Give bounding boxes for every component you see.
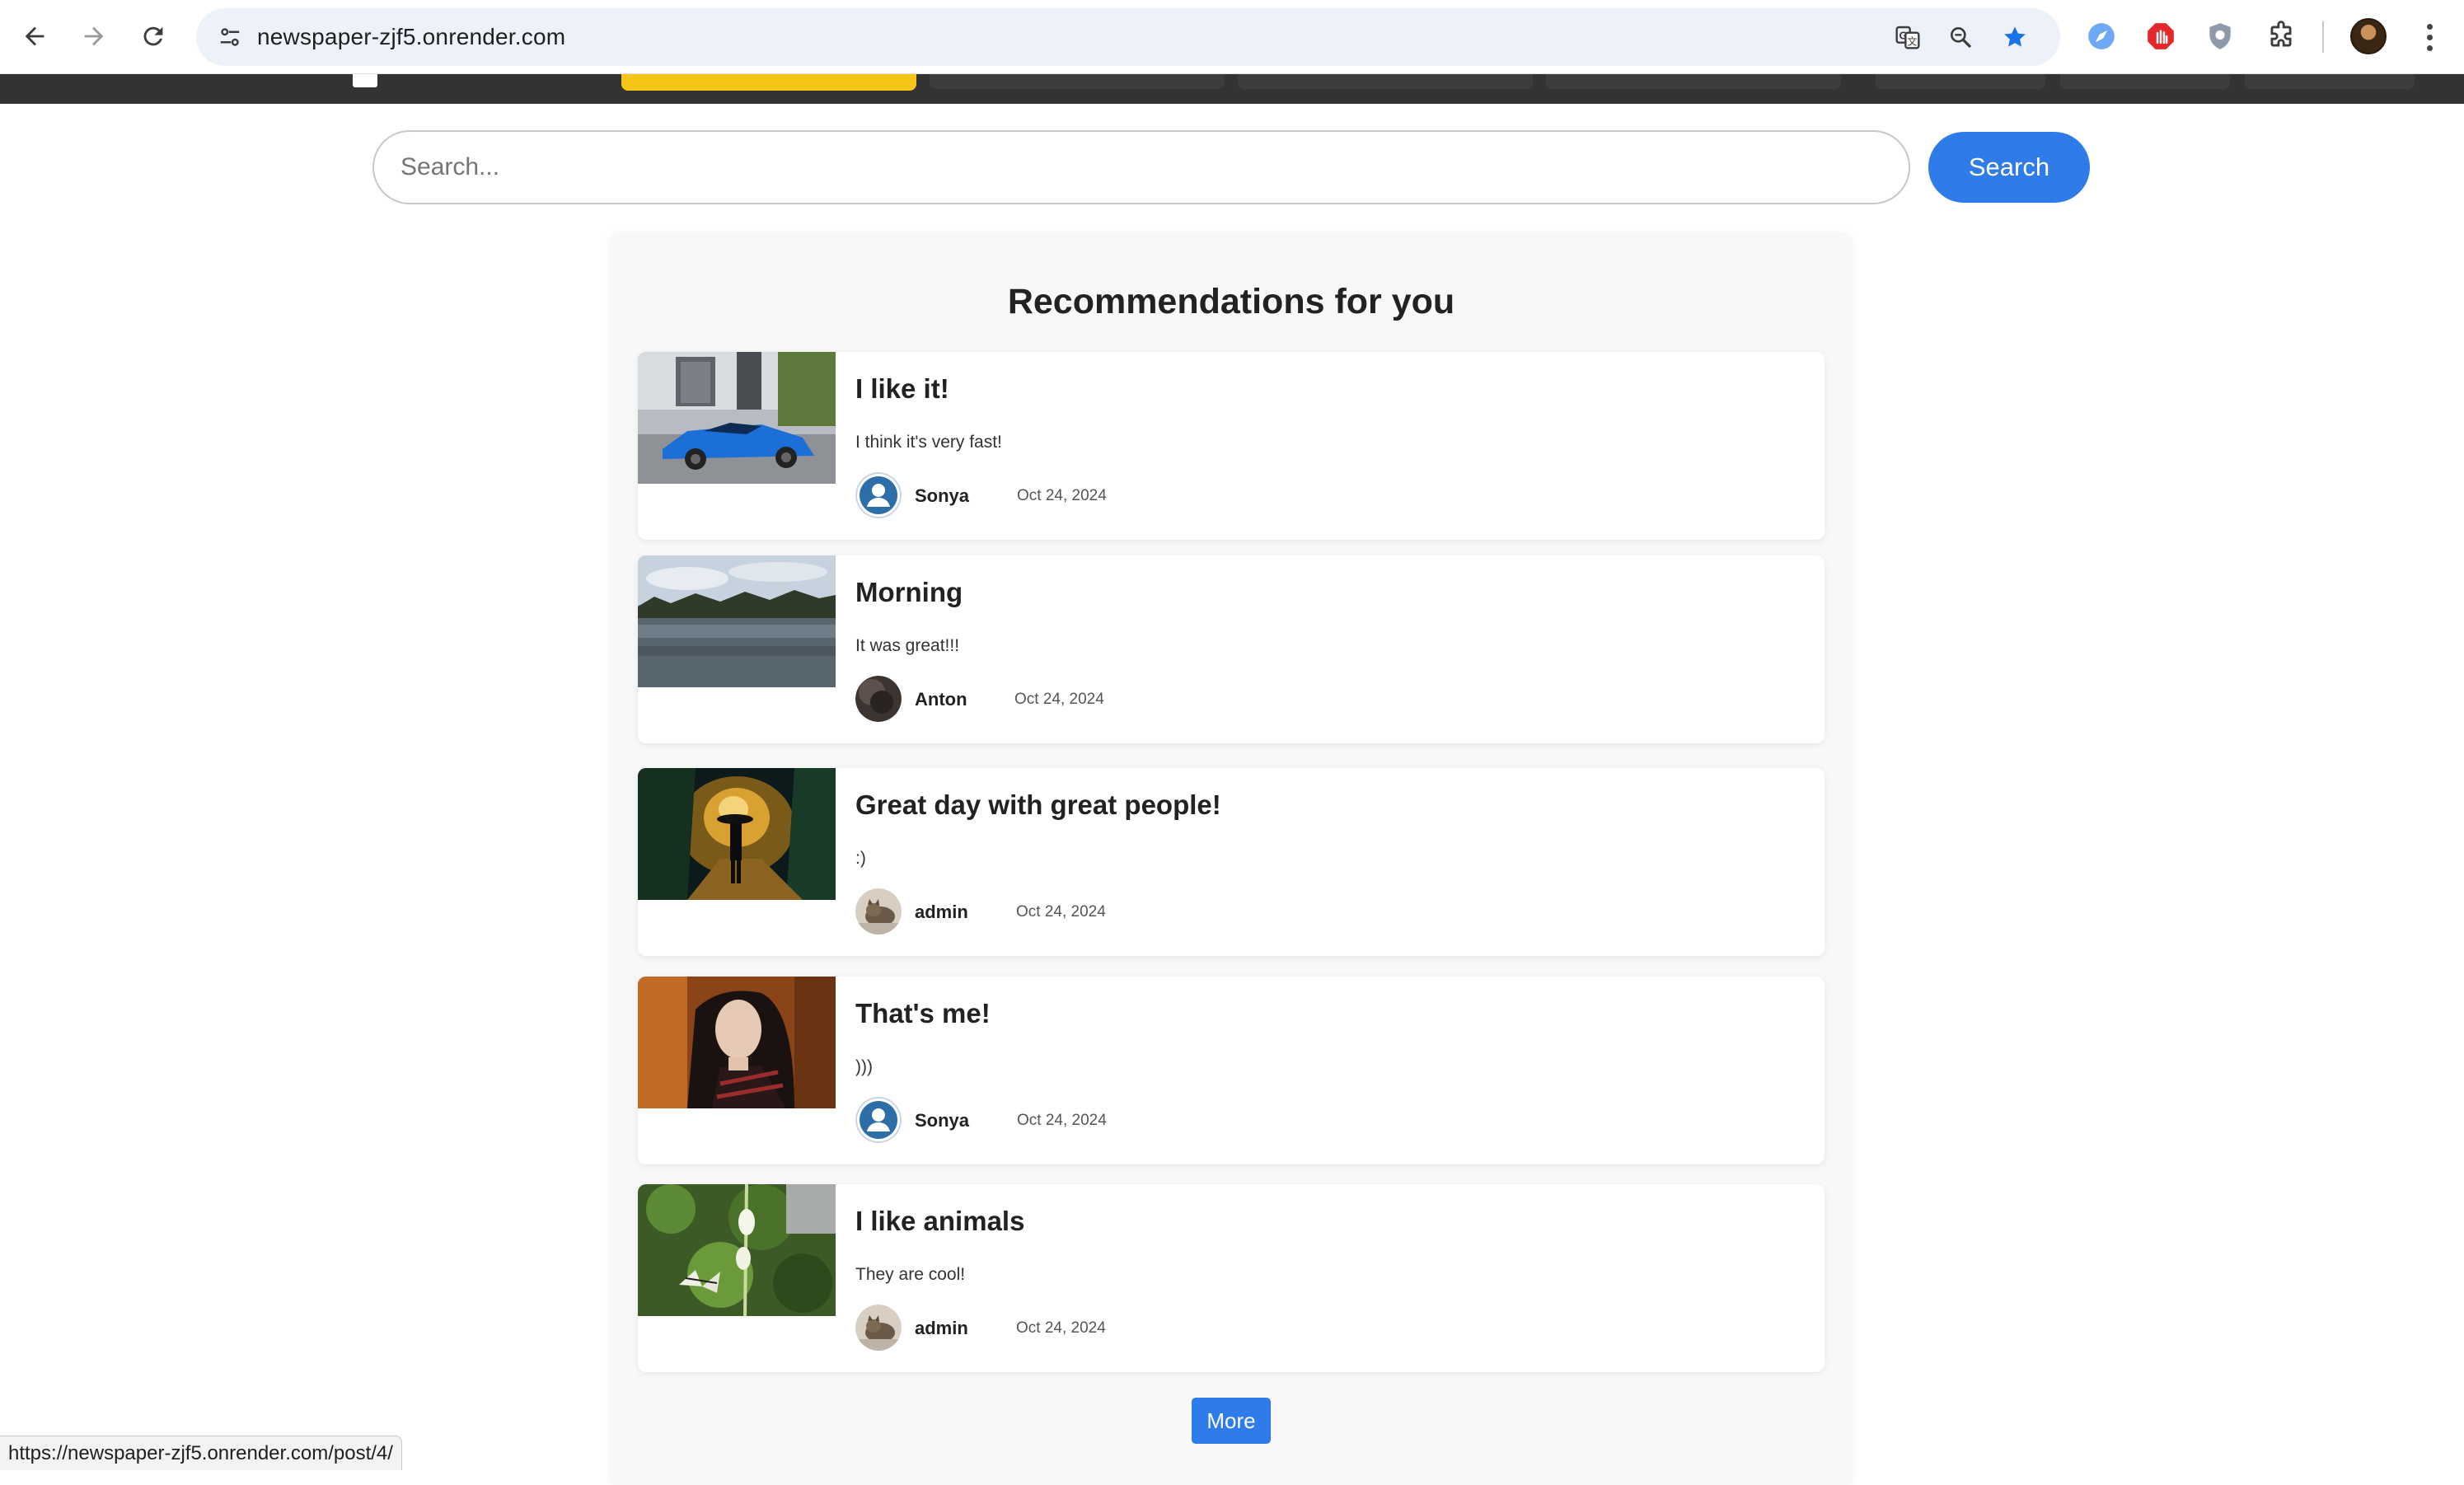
- post-card[interactable]: Great day with great people! :) admin Oc…: [638, 768, 1825, 956]
- post-date: Oct 24, 2024: [1017, 1112, 1107, 1129]
- translate-icon: G 文: [1895, 26, 1920, 49]
- post-title[interactable]: That's me!: [855, 998, 991, 1029]
- post-excerpt: ))): [855, 1057, 873, 1076]
- post-thumbnail[interactable]: [638, 555, 836, 687]
- post-title[interactable]: Great day with great people!: [855, 789, 1221, 821]
- portrait-photo-image: [638, 977, 836, 1108]
- site-navbar: [0, 74, 2464, 104]
- puzzle-icon: [2270, 21, 2292, 47]
- post-excerpt: They are cool!: [855, 1265, 966, 1284]
- post-title[interactable]: I like animals: [855, 1206, 1024, 1237]
- back-button[interactable]: [10, 12, 59, 61]
- post-thumbnail[interactable]: [638, 352, 836, 484]
- recommendations-panel: Recommendations for you I like it! I thi…: [610, 232, 1853, 1485]
- cat-photo-avatar-icon: [855, 888, 902, 935]
- reload-icon: [143, 26, 163, 46]
- post-card[interactable]: That's me! ))) Sonya Oct 24, 2024: [638, 977, 1825, 1164]
- browser-menu-button[interactable]: [2411, 15, 2448, 59]
- post-thumbnail[interactable]: [638, 977, 836, 1108]
- nav-tab-6[interactable]: [2060, 74, 2230, 89]
- car-photo-image: [638, 352, 836, 484]
- extension-shield[interactable]: [2197, 13, 2243, 59]
- cat-photo-avatar-icon: [855, 1305, 902, 1351]
- recommendations-title: Recommendations for you: [1007, 282, 1455, 321]
- post-title[interactable]: I like it!: [855, 373, 949, 405]
- user-default-avatar-icon: [855, 472, 902, 518]
- nav-tab-4[interactable]: [1546, 74, 1841, 89]
- nav-tab-2[interactable]: [930, 74, 1225, 89]
- address-bar[interactable]: newspaper-zjf5.onrender.com G 文: [196, 8, 2060, 66]
- nav-tab-active[interactable]: [621, 74, 916, 91]
- tune-icon: [220, 28, 240, 46]
- compass-extension-icon: [2088, 23, 2115, 49]
- post-card[interactable]: Morning It was great!!! Anton Oct 24, 20…: [638, 555, 1825, 743]
- extension-adblock[interactable]: [2138, 13, 2184, 59]
- zoom-icon: [1951, 26, 1972, 49]
- forward-button[interactable]: [69, 12, 119, 61]
- profile-avatar[interactable]: [2350, 18, 2387, 54]
- more-button[interactable]: More: [1192, 1398, 1271, 1444]
- search-button[interactable]: Search: [1928, 132, 2090, 203]
- post-author[interactable]: Sonya: [915, 485, 969, 507]
- kebab-menu-icon: [2426, 23, 2433, 30]
- translate-button[interactable]: G 文: [1887, 16, 1928, 58]
- post-date: Oct 24, 2024: [1016, 1319, 1106, 1337]
- post-author[interactable]: admin: [915, 1318, 968, 1339]
- post-thumbnail[interactable]: [638, 1184, 836, 1316]
- post-author[interactable]: Sonya: [915, 1110, 969, 1131]
- back-arrow-icon: [25, 26, 45, 46]
- post-date: Oct 24, 2024: [1014, 691, 1104, 708]
- user-default-avatar-icon: [855, 1097, 902, 1143]
- nav-tab-5[interactable]: [1876, 74, 2045, 89]
- forward-arrow-icon: [84, 26, 104, 46]
- svg-text:文: 文: [1907, 35, 1917, 47]
- nav-tab-3[interactable]: [1238, 74, 1533, 89]
- extensions-button[interactable]: [2258, 13, 2304, 59]
- bookmark-button[interactable]: [1994, 16, 2035, 58]
- search-input[interactable]: [372, 130, 1910, 204]
- post-excerpt: :): [855, 849, 866, 868]
- author-avatar[interactable]: [855, 676, 902, 722]
- lake-photo-image: [638, 555, 836, 687]
- shield-extension-icon: [2209, 23, 2231, 49]
- anton-photo-avatar-icon: [855, 676, 902, 722]
- author-avatar[interactable]: [855, 1305, 902, 1351]
- toolbar-separator: [2322, 21, 2324, 53]
- author-avatar[interactable]: [855, 888, 902, 935]
- site-info-button[interactable]: [209, 16, 251, 58]
- post-excerpt: I think it's very fast!: [855, 433, 1002, 452]
- nav-tab-7[interactable]: [2245, 74, 2415, 89]
- post-title[interactable]: Morning: [855, 577, 963, 608]
- post-card[interactable]: I like it! I think it's very fast! Sonya…: [638, 352, 1825, 540]
- status-bar-link-preview: https://newspaper-zjf5.onrender.com/post…: [0, 1436, 402, 1470]
- browser-toolbar: newspaper-zjf5.onrender.com G 文: [0, 0, 2464, 74]
- night-street-photo-image: [638, 768, 836, 900]
- extension-safari-like[interactable]: [2078, 13, 2124, 59]
- hand-stop-extension-icon: [2148, 23, 2174, 49]
- reload-button[interactable]: [129, 12, 178, 61]
- post-author[interactable]: Anton: [915, 689, 967, 710]
- url-text[interactable]: newspaper-zjf5.onrender.com: [257, 8, 565, 66]
- bookmark-star-icon: [2004, 26, 2026, 47]
- post-card[interactable]: I like animals They are cool! admin Oct …: [638, 1184, 1825, 1372]
- author-avatar[interactable]: [855, 472, 902, 518]
- butterfly-photo-image: [638, 1184, 836, 1316]
- zoom-button[interactable]: [1940, 16, 1981, 58]
- post-excerpt: It was great!!!: [855, 636, 960, 655]
- post-thumbnail[interactable]: [638, 768, 836, 900]
- author-avatar[interactable]: [855, 1097, 902, 1143]
- post-date: Oct 24, 2024: [1017, 487, 1107, 504]
- post-author[interactable]: admin: [915, 902, 968, 923]
- post-date: Oct 24, 2024: [1016, 903, 1106, 921]
